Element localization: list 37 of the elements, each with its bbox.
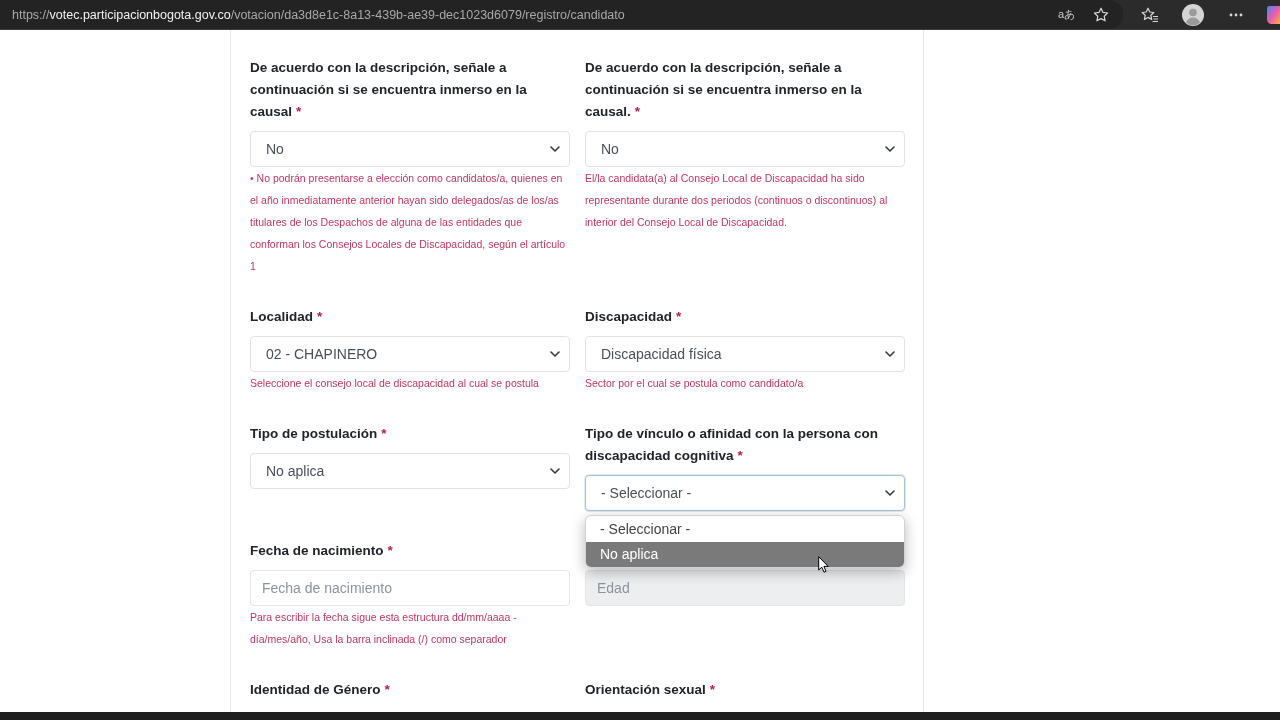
- chevron-down-icon: [885, 490, 895, 496]
- field-label: Orientación sexual *: [585, 681, 717, 699]
- field-label: Discapacidad *: [585, 308, 683, 326]
- profile-avatar-icon[interactable]: [1182, 3, 1204, 26]
- input-field[interactable]: Fecha de nacimiento: [250, 570, 570, 606]
- dropdown-option[interactable]: - Seleccionar -: [586, 516, 904, 542]
- field-label: Fecha de nacimiento *: [250, 542, 394, 560]
- field-label: Identidad de Género *: [250, 681, 391, 699]
- field-label: Tipo de vínculo o afinidad con la persona con discapacidad cognitiva *: [585, 425, 880, 465]
- chevron-down-icon: [550, 468, 560, 474]
- select-field[interactable]: No aplica: [250, 453, 570, 489]
- help-text: Seleccione el consejo local de discapacidad al cual se postula: [250, 376, 540, 391]
- chevron-down-icon: [885, 351, 895, 357]
- favorites-icon[interactable]: [1141, 6, 1159, 23]
- field-label: De acuerdo con la descripción, señale a continuación si se encuentra inmerso en la causal *: [250, 59, 528, 121]
- field-label: Localidad *: [250, 308, 324, 326]
- address-bar[interactable]: https://votec.participacionbogota.gov.co/votacion/da3d8e1c-8a13-439b-ae39-dec1023d6079/registro/candidato aあ: [0, 0, 1123, 29]
- help-text: Sector por el cual se postula como candidato/a: [585, 376, 805, 391]
- logo-icon[interactable]: [1266, 4, 1280, 25]
- translate-button[interactable]: aあ: [1057, 7, 1075, 22]
- select-field[interactable]: 02 - CHAPINERO: [250, 336, 570, 372]
- url-text[interactable]: https://votec.participacionbogota.gov.co/votacion/da3d8e1c-8a13-439b-ae39-dec1023d6079/registro/candidato: [12, 7, 1058, 22]
- help-text: • No podrán presentarse a elección como candidatos/a, quienes en el año inmediatamente anterior hayan sido delegados/as de los/as titulares de los Despachos de alguna de las entidades que conforman los Consejos Locales de Discapacidad, según el artículo 1: [250, 171, 567, 274]
- field-label: De acuerdo con la descripción, señale a continuación si se encuentra inmerso en la causal. *: [585, 59, 863, 121]
- dropdown-option[interactable]: No aplica: [586, 542, 904, 567]
- chevron-down-icon: [550, 146, 560, 152]
- select-field[interactable]: - Seleccionar -: [585, 475, 905, 511]
- help-text: Para escribir la fecha sigue esta estructura dd/mm/aaaa - día/mes/año, Usa la barra inclinada (/) como separador: [250, 610, 518, 647]
- select-field[interactable]: Discapacidad física: [585, 336, 905, 372]
- star-icon[interactable]: [1093, 6, 1109, 23]
- more-icon[interactable]: [1229, 12, 1243, 17]
- chevron-down-icon: [885, 146, 895, 152]
- select-field[interactable]: No: [585, 131, 905, 167]
- help-text: El/la candidata(a) al Consejo Local de Discapacidad ha sido representante durante dos periodos (continuos o discontinuos) al interior del Consejo Local de Discapacidad.: [585, 171, 889, 230]
- field-label: Tipo de postulación *: [250, 425, 388, 443]
- select-field[interactable]: No: [250, 131, 570, 167]
- chevron-down-icon: [550, 351, 560, 357]
